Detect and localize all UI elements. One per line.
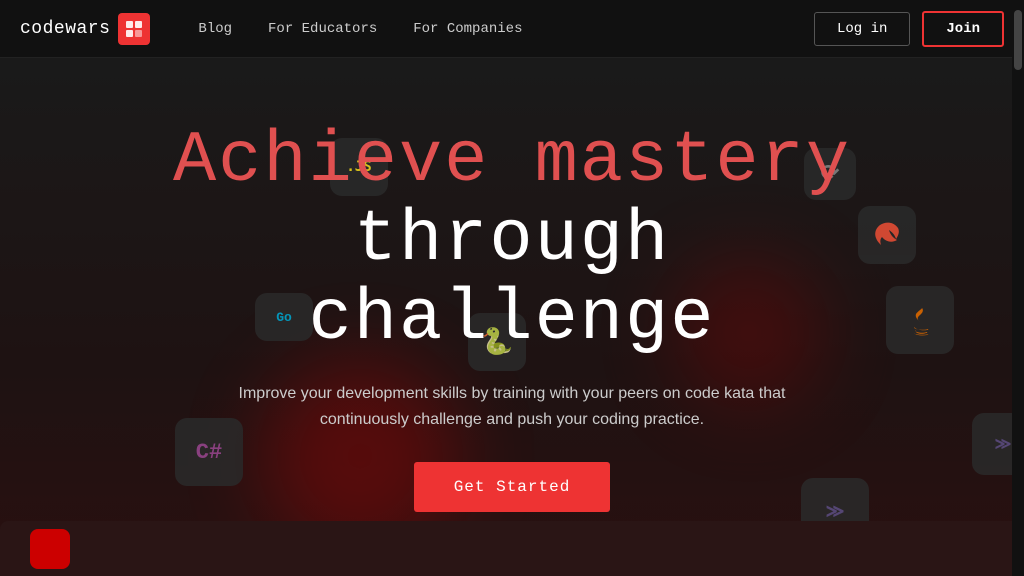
bottom-bar-preview [0,521,1024,576]
navbar: codewars Blog For Educators For Companie… [0,0,1024,58]
nav-actions: Log in Join [814,11,1004,47]
hero-title-line1: Achieve mastery [162,122,862,201]
swift-icon [858,206,916,264]
hero-section: .JS Go 🐍 C# ≫ ⟳ ≫ Achieve mastery throug… [0,58,1024,576]
bottom-bar-icon [30,529,70,569]
brand-name: codewars [20,19,110,39]
join-button[interactable]: Join [922,11,1004,47]
login-button[interactable]: Log in [814,12,910,46]
scrollbar-thumb[interactable] [1014,10,1022,70]
hero-subtitle: Improve your development skills by train… [232,381,792,432]
nav-links: Blog For Educators For Companies [180,0,814,58]
java-icon [886,286,954,354]
hero-content: Achieve mastery through challenge Improv… [162,122,862,513]
nav-link-blog[interactable]: Blog [180,0,250,58]
hero-title-line2: through challenge [162,201,862,359]
get-started-button[interactable]: Get Started [414,462,611,512]
brand-logo[interactable]: codewars [20,13,150,45]
nav-link-educators[interactable]: For Educators [250,0,395,58]
logo-icon [118,13,150,45]
nav-link-companies[interactable]: For Companies [395,0,540,58]
scrollbar-track[interactable] [1012,0,1024,576]
